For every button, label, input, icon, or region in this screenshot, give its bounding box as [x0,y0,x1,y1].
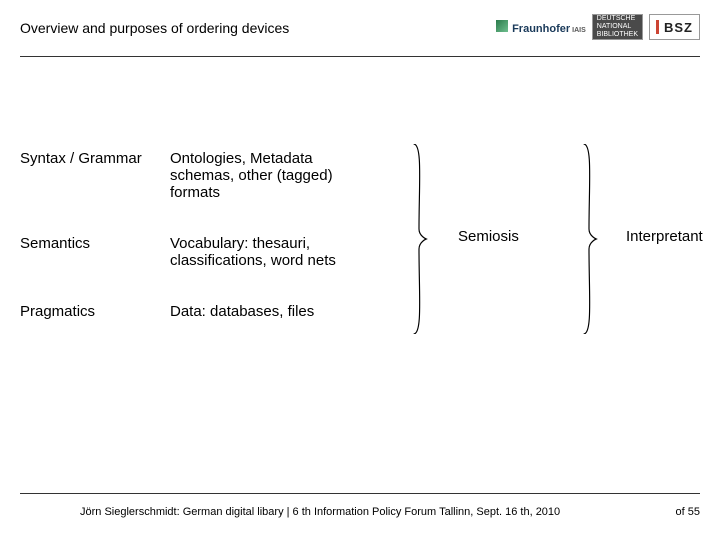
footer-rule [20,493,700,494]
row-syntax: Syntax / Grammar Ontologies, Metadata sc… [20,150,700,201]
slide: Overview and purposes of ordering device… [0,0,720,540]
bsz-text: BSZ [664,20,693,35]
fraunhofer-text: Fraunhofer [512,23,570,35]
dnb-line1: DEUTSCHE [597,15,638,23]
brace-icon-2 [580,144,598,334]
header: Overview and purposes of ordering device… [20,14,700,54]
label-interpretant: Interpretant [626,228,703,245]
dnb-logo: DEUTSCHE NATIONAL BIBLIOTHEK [592,14,643,40]
dnb-line3: BIBLIOTHEK [597,31,638,39]
bsz-logo: BSZ [649,14,700,40]
brace-icon-1 [410,144,428,334]
logo-row: FraunhoferIAIS DEUTSCHE NATIONAL BIBLIOT… [496,14,700,40]
fraunhofer-sub: IAIS [572,27,586,34]
footer-page: of 55 [676,506,700,518]
bsz-bar-icon [656,20,659,34]
dnb-line2: NATIONAL [597,23,638,31]
slide-title: Overview and purposes of ordering device… [20,20,289,36]
desc-syntax: Ontologies, Metadata schemas, other (tag… [170,150,380,201]
label-syntax: Syntax / Grammar [20,150,170,167]
footer-citation: Jörn Sieglerschmidt: German digital liba… [80,506,560,518]
footer: Jörn Sieglerschmidt: German digital liba… [20,506,700,518]
label-pragmatics: Pragmatics [20,303,170,320]
label-semiosis: Semiosis [458,228,519,245]
content: Syntax / Grammar Ontologies, Metadata sc… [20,150,700,460]
header-rule [20,56,700,57]
row-pragmatics: Pragmatics Data: databases, files [20,303,700,320]
row-semantics: Semantics Vocabulary: thesauri, classifi… [20,235,700,269]
desc-pragmatics: Data: databases, files [170,303,380,320]
desc-semantics: Vocabulary: thesauri, classifications, w… [170,235,380,269]
fraunhofer-icon [496,20,508,32]
label-semantics: Semantics [20,235,170,252]
fraunhofer-logo: FraunhoferIAIS [496,20,586,35]
